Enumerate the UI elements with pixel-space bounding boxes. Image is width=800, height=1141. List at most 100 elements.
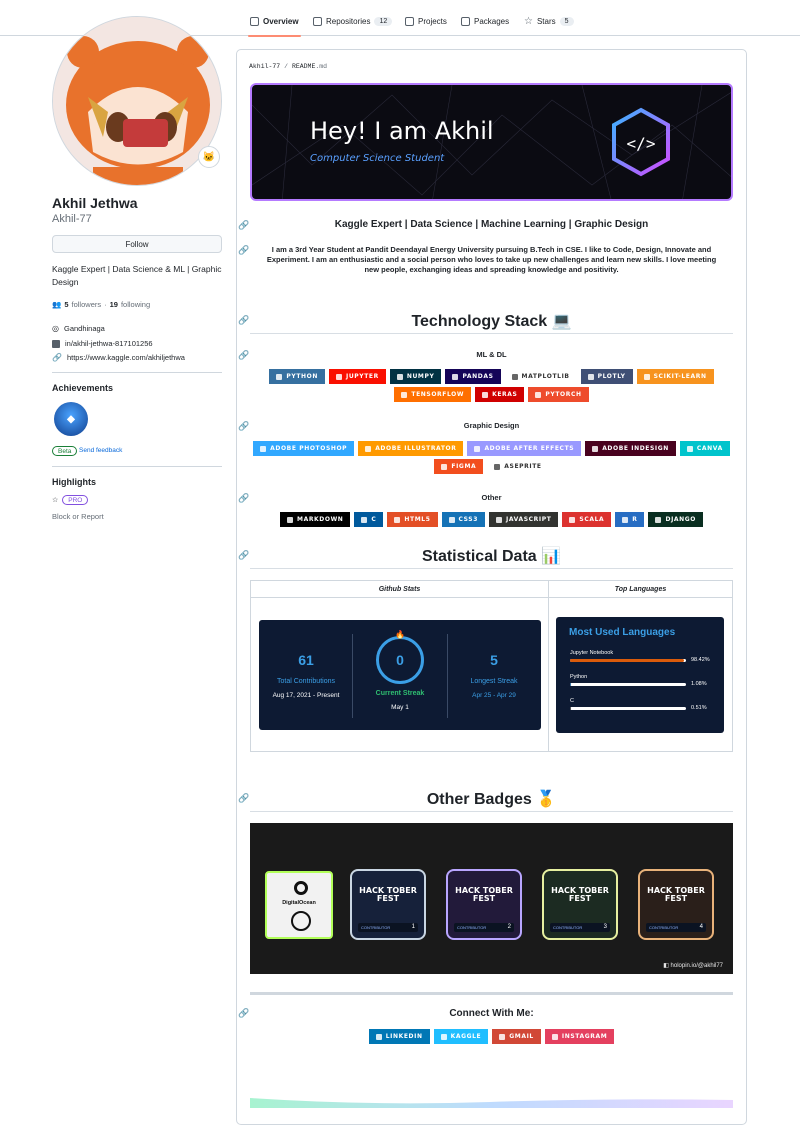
badge-adobe-photoshop[interactable]: ADOBE PHOTOSHOP [253, 441, 355, 456]
badge-c[interactable]: C [354, 512, 384, 527]
tab-projects[interactable]: Projects [405, 10, 447, 32]
badge-canva[interactable]: CANVA [679, 441, 730, 456]
badge-aseprite[interactable]: ASEPRITE [487, 459, 549, 474]
badge-tensorflow[interactable]: TENSORFLOW [394, 387, 472, 402]
badge-keras[interactable]: KERAS [475, 387, 525, 402]
badge-css3[interactable]: CSS3 [441, 512, 485, 527]
top-languages-card[interactable]: Most Used Languages Jupyter Notebook 98.4… [556, 617, 724, 733]
ml-badges: PYTHON JUPYTER NUMPY PANDAS MATPLOTLIB PLOTLY… [250, 369, 733, 402]
heading-link-icon[interactable]: 🔗 [238, 550, 249, 561]
holopin-board[interactable]: DigitalOcean HACK TOBER FEST CONTRIBUTOR 1… [250, 823, 733, 974]
tab-overview[interactable]: Overview [248, 10, 301, 37]
badge-gmail[interactable]: GMAIL [492, 1029, 541, 1044]
badge-pandas[interactable]: PANDAS [445, 369, 501, 384]
code-hexagon-icon: </> [612, 107, 670, 177]
hacktoberfest-badge[interactable]: HACK TOBER FEST CONTRIBUTOR 1 [350, 869, 426, 940]
people-icon: 👥 [52, 300, 62, 309]
badge-markdown[interactable]: MARKDOWN [280, 512, 351, 527]
profile-linkedin[interactable]: in/akhil-jethwa-817101256 [52, 339, 153, 348]
keras-icon [482, 391, 489, 398]
followers-count[interactable]: 5 [64, 300, 68, 309]
heading-link-icon[interactable]: 🔗 [238, 220, 249, 231]
badge-pytorch[interactable]: PYTORCH [528, 387, 589, 402]
connect-badges: LINKEDIN KAGGLE GMAIL INSTAGRAM [250, 1029, 733, 1044]
heading-link-icon[interactable]: 🔗 [238, 1008, 249, 1019]
follow-button[interactable]: Follow [52, 235, 222, 253]
divider [250, 992, 733, 995]
heading-link-icon[interactable]: 🔗 [238, 350, 249, 361]
heading-link-icon[interactable]: 🔗 [238, 315, 249, 326]
ml-dl-heading: ML & DL [476, 350, 507, 359]
avatar[interactable] [52, 16, 222, 186]
streak-card[interactable]: 61 Total Contributions Aug 17, 2021 - Pr… [259, 620, 541, 730]
following-label[interactable]: following [121, 300, 150, 309]
github-stats-header: Github Stats [251, 581, 548, 598]
c-icon [361, 516, 368, 523]
badge-plotly[interactable]: PLOTLY [580, 369, 633, 384]
badge-kaggle[interactable]: KAGGLE [433, 1029, 489, 1044]
heading-link-icon[interactable]: 🔗 [238, 421, 249, 432]
hacktoberfest-badge[interactable]: HACK TOBER FEST CONTRIBUTOR 3 [542, 869, 618, 940]
badge-r[interactable]: R [615, 512, 645, 527]
adobe-after-effects-icon [474, 445, 481, 452]
hacktoberfest-badge[interactable]: HACK TOBER FEST CONTRIBUTOR 4 [638, 869, 714, 940]
badge-javascript[interactable]: JAVASCRIPT [488, 512, 559, 527]
badge-scikit-learn[interactable]: SCIKIT-LEARN [636, 369, 714, 384]
language-row: Python 1.08% [570, 674, 720, 687]
language-row: Jupyter Notebook 98.42% [570, 650, 720, 663]
badge-instagram[interactable]: INSTAGRAM [544, 1029, 615, 1044]
stars-count: 5 [559, 16, 574, 26]
profile-website[interactable]: 🔗 https://www.kaggle.com/akhiljethwa [52, 353, 185, 362]
language-name: Python [570, 674, 588, 680]
avatar-illustration [53, 17, 221, 185]
status-emoji-icon[interactable]: 🐱 [198, 146, 220, 168]
hacktoberfest-badge[interactable]: HACK TOBER FEST CONTRIBUTOR 2 [446, 869, 522, 940]
badge-linkedin[interactable]: LINKEDIN [368, 1029, 430, 1044]
badge-html5[interactable]: HTML5 [387, 512, 438, 527]
readme-banner: Hey! I am Akhil Computer Science Student… [250, 83, 733, 201]
heading-link-icon[interactable]: 🔗 [238, 793, 249, 804]
achievement-badge-icon[interactable]: ◆ [54, 402, 88, 436]
footer-wave [250, 1098, 733, 1108]
pytorch-icon [535, 391, 542, 398]
kaggle-icon [440, 1033, 447, 1040]
adobe-photoshop-icon [260, 445, 267, 452]
badge-matplotlib[interactable]: MATPLOTLIB [504, 369, 577, 384]
digitalocean-badge[interactable]: DigitalOcean [265, 871, 333, 939]
tab-repositories[interactable]: Repositories 12 [313, 10, 393, 32]
html5-icon [394, 516, 401, 523]
total-contributions: 61 Total Contributions Aug 17, 2021 - Pr… [272, 652, 340, 699]
holopin-icon: ◧ [663, 963, 669, 969]
tab-stars[interactable]: ☆ Stars 5 [524, 10, 574, 32]
badge-python[interactable]: PYTHON [269, 369, 325, 384]
pandas-icon [452, 373, 459, 380]
heading-link-icon[interactable]: 🔗 [238, 493, 249, 504]
divider [52, 466, 222, 467]
pro-badge: PRO [62, 495, 89, 505]
badge-adobe-illustrator[interactable]: ADOBE ILLUSTRATOR [358, 441, 464, 456]
badge-scala[interactable]: SCALA [562, 512, 612, 527]
badge-django[interactable]: DJANGO [648, 512, 703, 527]
achievements-heading[interactable]: Achievements [52, 383, 113, 393]
badge-adobe-after-effects[interactable]: ADOBE AFTER EFFECTS [467, 441, 582, 456]
heading-rule [250, 811, 733, 812]
design-badges: ADOBE PHOTOSHOP ADOBE ILLUSTRATOR ADOBE AF… [250, 441, 733, 474]
markdown-icon [287, 516, 293, 523]
block-or-report-link[interactable]: Block or Report [52, 512, 104, 521]
other-badges-heading: Other Badges 🥇 [426, 791, 557, 808]
send-feedback-link[interactable]: Send feedback [79, 447, 122, 454]
following-count[interactable]: 19 [110, 300, 118, 309]
holopin-link[interactable]: ◧ holopin.io/@akhil77 [663, 962, 723, 969]
heading-link-icon[interactable]: 🔗 [238, 245, 249, 256]
linkedin-icon [375, 1033, 382, 1040]
language-percent: 1.08% [691, 681, 707, 687]
level-number: 4 [699, 924, 703, 930]
badge-adobe-indesign[interactable]: ADOBE INDESIGN [585, 441, 676, 456]
badge-numpy[interactable]: NUMPY [389, 369, 442, 384]
readme-path: Akhil-77 / README.md [249, 63, 328, 70]
followers-label[interactable]: followers [72, 300, 102, 309]
badge-jupyter[interactable]: JUPYTER [328, 369, 386, 384]
language-bar-fill [570, 707, 571, 710]
tab-packages[interactable]: Packages [461, 10, 509, 32]
badge-figma[interactable]: FIGMA [434, 459, 484, 474]
